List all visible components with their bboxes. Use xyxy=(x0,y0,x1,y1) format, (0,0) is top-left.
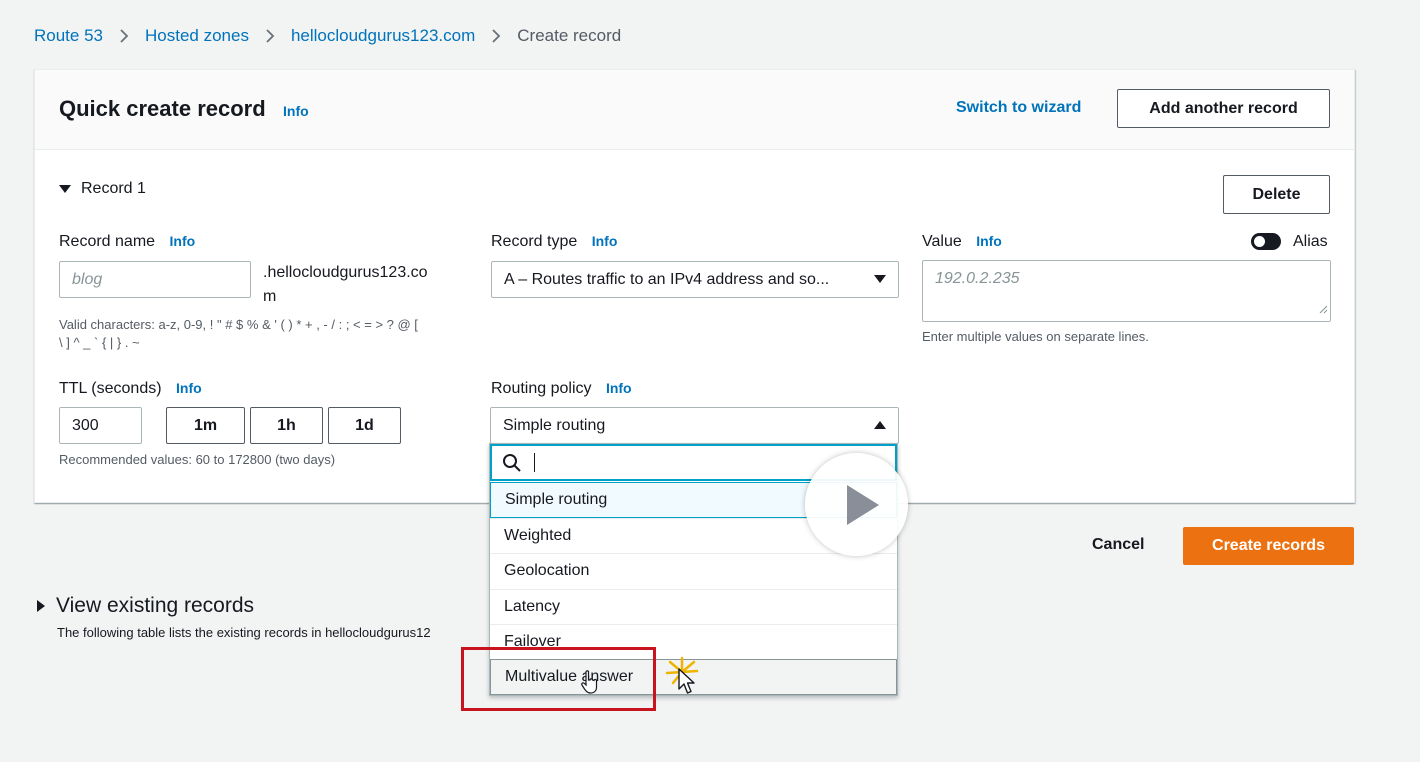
resize-handle-icon[interactable] xyxy=(1319,301,1328,319)
breadcrumb-route53-link[interactable]: Route 53 xyxy=(34,26,103,46)
caret-down-icon xyxy=(59,184,71,194)
hand-cursor-icon xyxy=(580,670,600,699)
value-help: Enter multiple values on separate lines. xyxy=(922,329,1149,344)
record-section-toggle[interactable]: Record 1 xyxy=(59,180,146,198)
routing-policy-label-text: Routing policy xyxy=(491,380,592,397)
ttl-input[interactable]: 300 xyxy=(59,407,142,444)
routing-option-latency[interactable]: Latency xyxy=(490,589,897,625)
text-cursor xyxy=(534,453,535,472)
switch-to-wizard-link[interactable]: Switch to wizard xyxy=(956,99,1081,117)
breadcrumb-zone-link[interactable]: hellocloudgurus123.com xyxy=(291,26,475,46)
ttl-value: 300 xyxy=(72,416,99,434)
domain-suffix: .hellocloudgurus123.co m xyxy=(263,261,428,309)
record-name-label: Record name Info xyxy=(59,233,195,251)
highlight-annotation xyxy=(461,647,656,711)
view-existing-title: View existing records xyxy=(56,594,255,617)
record-name-help-line1: Valid characters: a-z, 0-9, ! " # $ % & … xyxy=(59,317,418,332)
alias-toggle[interactable] xyxy=(1251,233,1281,250)
alias-label: Alias xyxy=(1293,233,1328,250)
breadcrumb-current: Create record xyxy=(517,26,622,45)
toggle-knob xyxy=(1254,236,1265,247)
breadcrumb: Route 53 Hosted zones hellocloudgurus123… xyxy=(34,26,621,46)
ttl-label-text: TTL (seconds) xyxy=(59,380,162,397)
page-title: Quick create record xyxy=(59,96,266,121)
record-name-input[interactable]: blog xyxy=(59,261,251,298)
value-placeholder: 192.0.2.235 xyxy=(935,270,1020,287)
record-name-help-line2: \ ] ^ _ ` { | } . ~ xyxy=(59,335,140,350)
record-type-label-text: Record type xyxy=(491,233,578,250)
record-type-label: Record type Info xyxy=(491,233,617,251)
record-name-label-text: Record name xyxy=(59,233,156,250)
domain-suffix-line2: m xyxy=(263,288,277,305)
ttl-1d-button[interactable]: 1d xyxy=(328,407,401,444)
record-type-select[interactable]: A – Routes traffic to an IPv4 address an… xyxy=(491,261,899,298)
view-existing-description: The following table lists the existing r… xyxy=(57,625,431,640)
routing-option-geolocation[interactable]: Geolocation xyxy=(490,553,897,589)
routing-policy-select[interactable]: Simple routing xyxy=(490,407,899,444)
record-section-title: Record 1 xyxy=(81,180,146,197)
value-info-link[interactable]: Info xyxy=(976,233,1002,249)
ttl-1h-button[interactable]: 1h xyxy=(250,407,323,444)
chevron-right-icon xyxy=(119,28,129,44)
value-label-text: Value xyxy=(922,233,962,250)
value-textarea[interactable]: 192.0.2.235 xyxy=(922,260,1331,322)
record-type-info-link[interactable]: Info xyxy=(592,233,618,249)
chevron-right-icon xyxy=(491,28,501,44)
ttl-label: TTL (seconds) Info xyxy=(59,380,202,398)
record-name-info-link[interactable]: Info xyxy=(170,233,196,249)
cancel-button[interactable]: Cancel xyxy=(1092,536,1144,554)
ttl-1m-button[interactable]: 1m xyxy=(166,407,245,444)
quick-create-panel: Quick create record Info Switch to wizar… xyxy=(34,69,1355,503)
arrow-cursor-icon xyxy=(678,668,696,701)
search-icon xyxy=(502,453,522,473)
play-icon xyxy=(847,485,879,525)
delete-button[interactable]: Delete xyxy=(1223,175,1330,214)
title-info-link[interactable]: Info xyxy=(283,103,309,119)
caret-down-icon xyxy=(874,272,886,287)
routing-policy-value: Simple routing xyxy=(503,416,606,434)
caret-right-icon xyxy=(36,600,46,612)
record-name-help: Valid characters: a-z, 0-9, ! " # $ % & … xyxy=(59,316,479,352)
caret-up-icon xyxy=(874,418,886,433)
domain-suffix-line1: .hellocloudgurus123.co xyxy=(263,264,428,281)
chevron-right-icon xyxy=(265,28,275,44)
ttl-info-link[interactable]: Info xyxy=(176,380,202,396)
value-label: Value Info xyxy=(922,233,1002,251)
video-play-button[interactable] xyxy=(805,453,908,556)
breadcrumb-hosted-zones-link[interactable]: Hosted zones xyxy=(145,26,249,46)
routing-policy-info-link[interactable]: Info xyxy=(606,380,632,396)
create-records-button[interactable]: Create records xyxy=(1183,527,1354,565)
record-type-value: A – Routes traffic to an IPv4 address an… xyxy=(504,270,830,288)
ttl-help: Recommended values: 60 to 172800 (two da… xyxy=(59,452,336,467)
record-name-placeholder: blog xyxy=(72,270,103,288)
routing-policy-label: Routing policy Info xyxy=(491,380,632,398)
add-another-record-button[interactable]: Add another record xyxy=(1117,89,1330,128)
view-existing-toggle[interactable]: View existing records xyxy=(36,594,254,618)
